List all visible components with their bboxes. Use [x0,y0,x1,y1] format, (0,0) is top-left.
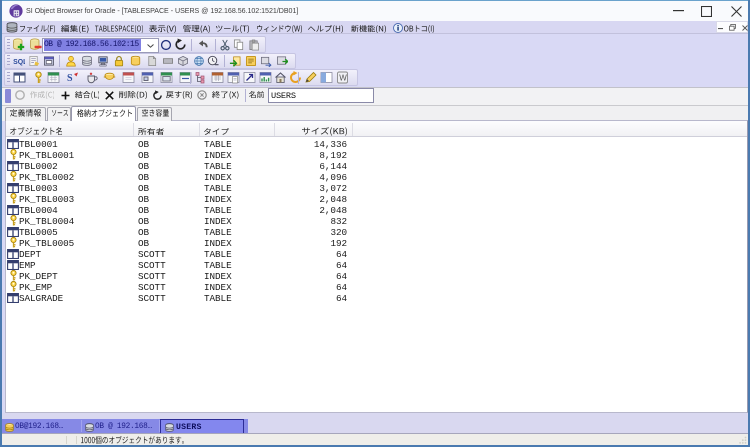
svg-text:S: S [67,73,73,84]
svg-text:SQL: SQL [13,59,25,66]
svg-text:W: W [339,73,347,82]
